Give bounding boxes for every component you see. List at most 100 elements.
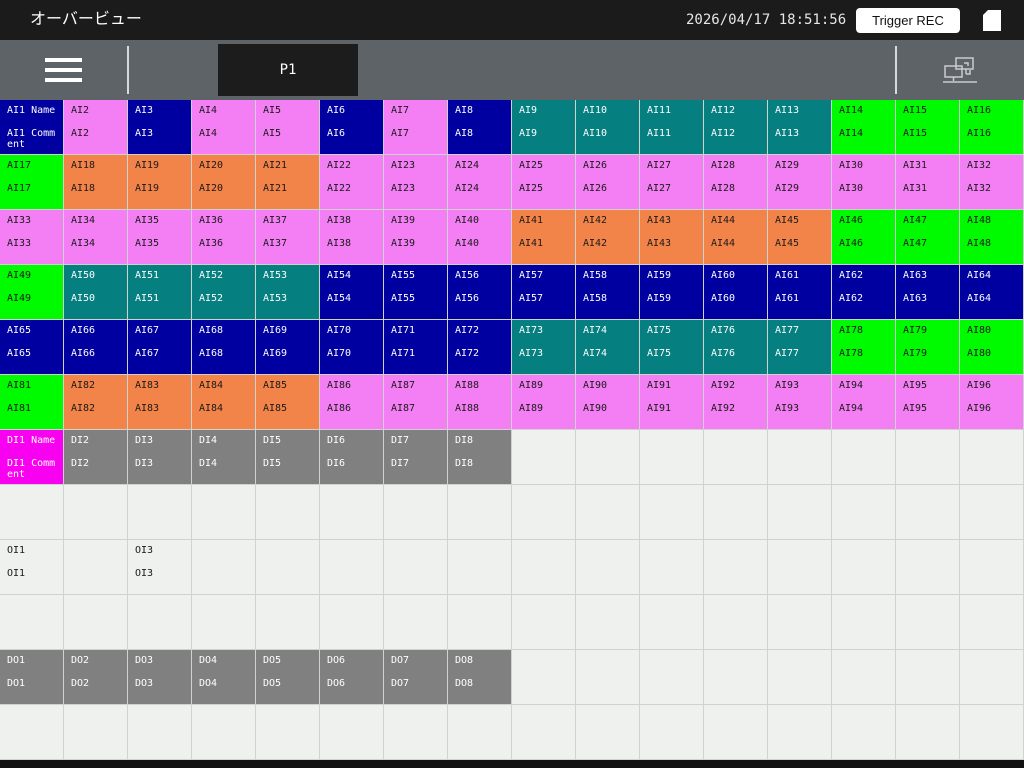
channel-cell-ai4[interactable]: AI4 AI4 bbox=[192, 100, 256, 155]
channel-cell-ai89[interactable]: AI89 AI89 bbox=[512, 375, 576, 430]
channel-cell-ai28[interactable]: AI28 AI28 bbox=[704, 155, 768, 210]
channel-cell-di7[interactable]: DI7 DI7 bbox=[384, 430, 448, 485]
channel-cell-ai52[interactable]: AI52 AI52 bbox=[192, 265, 256, 320]
channel-cell-ai79[interactable]: AI79 AI79 bbox=[896, 320, 960, 375]
channel-cell-ai26[interactable]: AI26 AI26 bbox=[576, 155, 640, 210]
channel-cell-ai90[interactable]: AI90 AI90 bbox=[576, 375, 640, 430]
channel-cell-ai56[interactable]: AI56 AI56 bbox=[448, 265, 512, 320]
channel-cell-ai73[interactable]: AI73 AI73 bbox=[512, 320, 576, 375]
channel-cell-di2[interactable]: DI2 DI2 bbox=[64, 430, 128, 485]
channel-cell-ai1[interactable]: AI1 Name AI1 Comment bbox=[0, 100, 64, 155]
channel-cell-ai6[interactable]: AI6 AI6 bbox=[320, 100, 384, 155]
channel-cell-ai7[interactable]: AI7 AI7 bbox=[384, 100, 448, 155]
channel-cell-ai77[interactable]: AI77 AI77 bbox=[768, 320, 832, 375]
channel-cell-di1[interactable]: DI1 Name DI1 Comment bbox=[0, 430, 64, 485]
channel-cell-do7[interactable]: DO7 DO7 bbox=[384, 650, 448, 705]
channel-cell-ai19[interactable]: AI19 AI19 bbox=[128, 155, 192, 210]
channel-cell-ai34[interactable]: AI34 AI34 bbox=[64, 210, 128, 265]
channel-cell-ai10[interactable]: AI10 AI10 bbox=[576, 100, 640, 155]
channel-cell-ai44[interactable]: AI44 AI44 bbox=[704, 210, 768, 265]
channel-cell-ai63[interactable]: AI63 AI63 bbox=[896, 265, 960, 320]
channel-cell-oi1[interactable]: OI1 OI1 bbox=[0, 540, 64, 595]
channel-cell-ai9[interactable]: AI9 AI9 bbox=[512, 100, 576, 155]
channel-cell-ai69[interactable]: AI69 AI69 bbox=[256, 320, 320, 375]
channel-cell-ai12[interactable]: AI12 AI12 bbox=[704, 100, 768, 155]
channel-cell-ai59[interactable]: AI59 AI59 bbox=[640, 265, 704, 320]
channel-cell-ai16[interactable]: AI16 AI16 bbox=[960, 100, 1024, 155]
channel-cell-ai86[interactable]: AI86 AI86 bbox=[320, 375, 384, 430]
channel-cell-ai41[interactable]: AI41 AI41 bbox=[512, 210, 576, 265]
channel-cell-ai55[interactable]: AI55 AI55 bbox=[384, 265, 448, 320]
channel-cell-ai21[interactable]: AI21 AI21 bbox=[256, 155, 320, 210]
channel-cell-ai43[interactable]: AI43 AI43 bbox=[640, 210, 704, 265]
channel-cell-ai70[interactable]: AI70 AI70 bbox=[320, 320, 384, 375]
channel-cell-ai25[interactable]: AI25 AI25 bbox=[512, 155, 576, 210]
channel-cell-ai37[interactable]: AI37 AI37 bbox=[256, 210, 320, 265]
channel-cell-ai71[interactable]: AI71 AI71 bbox=[384, 320, 448, 375]
channel-cell-ai45[interactable]: AI45 AI45 bbox=[768, 210, 832, 265]
channel-cell-oi3[interactable]: OI3 OI3 bbox=[128, 540, 192, 595]
channel-cell-ai68[interactable]: AI68 AI68 bbox=[192, 320, 256, 375]
channel-cell-ai76[interactable]: AI76 AI76 bbox=[704, 320, 768, 375]
channel-cell-ai11[interactable]: AI11 AI11 bbox=[640, 100, 704, 155]
channel-cell-ai60[interactable]: AI60 AI60 bbox=[704, 265, 768, 320]
channel-cell-ai20[interactable]: AI20 AI20 bbox=[192, 155, 256, 210]
channel-cell-do1[interactable]: DO1 DO1 bbox=[0, 650, 64, 705]
channel-cell-ai88[interactable]: AI88 AI88 bbox=[448, 375, 512, 430]
channel-cell-ai91[interactable]: AI91 AI91 bbox=[640, 375, 704, 430]
channel-cell-ai94[interactable]: AI94 AI94 bbox=[832, 375, 896, 430]
channel-cell-ai33[interactable]: AI33 AI33 bbox=[0, 210, 64, 265]
channel-cell-do3[interactable]: DO3 DO3 bbox=[128, 650, 192, 705]
channel-cell-ai78[interactable]: AI78 AI78 bbox=[832, 320, 896, 375]
channel-cell-ai22[interactable]: AI22 AI22 bbox=[320, 155, 384, 210]
channel-cell-ai72[interactable]: AI72 AI72 bbox=[448, 320, 512, 375]
channel-cell-ai38[interactable]: AI38 AI38 bbox=[320, 210, 384, 265]
sd-card-icon[interactable] bbox=[983, 10, 1001, 31]
channel-cell-ai85[interactable]: AI85 AI85 bbox=[256, 375, 320, 430]
channel-cell-do2[interactable]: DO2 DO2 bbox=[64, 650, 128, 705]
channel-cell-ai27[interactable]: AI27 AI27 bbox=[640, 155, 704, 210]
channel-cell-ai2[interactable]: AI2 AI2 bbox=[64, 100, 128, 155]
channel-cell-ai64[interactable]: AI64 AI64 bbox=[960, 265, 1024, 320]
channel-cell-ai74[interactable]: AI74 AI74 bbox=[576, 320, 640, 375]
channel-cell-ai82[interactable]: AI82 AI82 bbox=[64, 375, 128, 430]
channel-cell-ai47[interactable]: AI47 AI47 bbox=[896, 210, 960, 265]
channel-cell-ai81[interactable]: AI81 AI81 bbox=[0, 375, 64, 430]
channel-cell-ai92[interactable]: AI92 AI92 bbox=[704, 375, 768, 430]
channel-cell-do4[interactable]: DO4 DO4 bbox=[192, 650, 256, 705]
channel-cell-ai84[interactable]: AI84 AI84 bbox=[192, 375, 256, 430]
channel-cell-ai14[interactable]: AI14 AI14 bbox=[832, 100, 896, 155]
channel-cell-ai61[interactable]: AI61 AI61 bbox=[768, 265, 832, 320]
channel-cell-ai75[interactable]: AI75 AI75 bbox=[640, 320, 704, 375]
channel-cell-ai65[interactable]: AI65 AI65 bbox=[0, 320, 64, 375]
channel-cell-ai58[interactable]: AI58 AI58 bbox=[576, 265, 640, 320]
channel-cell-ai96[interactable]: AI96 AI96 bbox=[960, 375, 1024, 430]
channel-cell-ai24[interactable]: AI24 AI24 bbox=[448, 155, 512, 210]
channel-cell-ai46[interactable]: AI46 AI46 bbox=[832, 210, 896, 265]
channel-cell-ai8[interactable]: AI8 AI8 bbox=[448, 100, 512, 155]
channel-cell-di3[interactable]: DI3 DI3 bbox=[128, 430, 192, 485]
channel-cell-ai36[interactable]: AI36 AI36 bbox=[192, 210, 256, 265]
channel-cell-ai5[interactable]: AI5 AI5 bbox=[256, 100, 320, 155]
channel-cell-di6[interactable]: DI6 DI6 bbox=[320, 430, 384, 485]
channel-cell-ai57[interactable]: AI57 AI57 bbox=[512, 265, 576, 320]
channel-cell-ai42[interactable]: AI42 AI42 bbox=[576, 210, 640, 265]
channel-cell-ai35[interactable]: AI35 AI35 bbox=[128, 210, 192, 265]
network-icon[interactable] bbox=[941, 56, 979, 86]
channel-cell-do6[interactable]: DO6 DO6 bbox=[320, 650, 384, 705]
channel-cell-ai66[interactable]: AI66 AI66 bbox=[64, 320, 128, 375]
channel-cell-ai87[interactable]: AI87 AI87 bbox=[384, 375, 448, 430]
channel-cell-ai39[interactable]: AI39 AI39 bbox=[384, 210, 448, 265]
channel-cell-ai32[interactable]: AI32 AI32 bbox=[960, 155, 1024, 210]
channel-cell-ai48[interactable]: AI48 AI48 bbox=[960, 210, 1024, 265]
channel-cell-di8[interactable]: DI8 DI8 bbox=[448, 430, 512, 485]
channel-cell-ai67[interactable]: AI67 AI67 bbox=[128, 320, 192, 375]
trigger-rec-button[interactable]: Trigger REC bbox=[856, 8, 960, 33]
channel-cell-ai29[interactable]: AI29 AI29 bbox=[768, 155, 832, 210]
channel-cell-ai13[interactable]: AI13 AI13 bbox=[768, 100, 832, 155]
channel-cell-ai93[interactable]: AI93 AI93 bbox=[768, 375, 832, 430]
channel-cell-ai30[interactable]: AI30 AI30 bbox=[832, 155, 896, 210]
page-tab-p1[interactable]: P1 bbox=[218, 44, 358, 96]
channel-cell-do5[interactable]: DO5 DO5 bbox=[256, 650, 320, 705]
channel-cell-do8[interactable]: DO8 DO8 bbox=[448, 650, 512, 705]
